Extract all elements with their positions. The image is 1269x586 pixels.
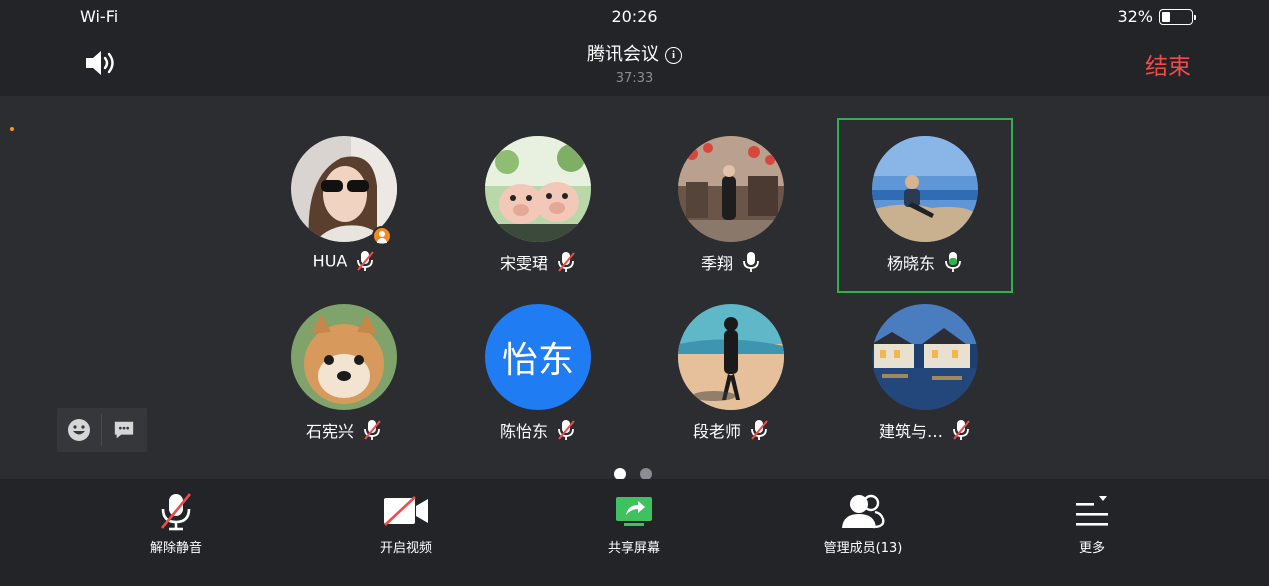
avatar	[678, 304, 784, 410]
mic-muted-icon	[558, 420, 575, 440]
members-icon	[793, 487, 933, 535]
avatar: 怡东	[485, 304, 591, 410]
start-video-label: 开启视频	[379, 541, 432, 556]
emoji-icon[interactable]	[57, 408, 101, 452]
participant-name-row: 石宪兴	[256, 418, 432, 442]
mic-muted-icon	[106, 487, 246, 535]
manage-members-button[interactable]: 管理成员(13)	[793, 487, 933, 556]
participant-name: 建筑与…	[878, 422, 943, 441]
participant-name: 石宪兴	[305, 422, 354, 441]
participant-grid: HUA 宋雯珺 季翔 杨晓东 石宪兴 怡东 陈怡东 段老师 建筑与…	[0, 96, 1269, 480]
participant-name: 宋雯珺	[499, 254, 548, 273]
host-badge-icon	[372, 226, 392, 246]
battery-percent: 32%	[1117, 7, 1153, 26]
participant-tile[interactable]: HUA	[256, 118, 432, 293]
participant-name-row: 季翔	[643, 250, 819, 274]
participant-tile[interactable]: 季翔	[643, 118, 819, 293]
participant-name-row: 建筑与…	[837, 418, 1013, 442]
chat-icon[interactable]	[102, 408, 146, 452]
participant-name-row: 宋雯珺	[450, 250, 626, 274]
meeting-title-text: 腾讯会议	[587, 44, 659, 65]
meeting-title[interactable]: 腾讯会议 i	[0, 40, 1269, 66]
chat-tools	[57, 408, 147, 452]
battery-icon	[1159, 8, 1196, 25]
info-icon[interactable]: i	[665, 47, 682, 64]
participant-tile-active-speaker[interactable]: 杨晓东	[837, 118, 1013, 293]
participant-name: 段老师	[692, 422, 741, 441]
participant-tile[interactable]: 石宪兴	[256, 286, 432, 461]
participant-name-row: 段老师	[643, 418, 819, 442]
avatar	[485, 136, 591, 242]
avatar	[291, 304, 397, 410]
manage-members-label: 管理成员(13)	[823, 541, 903, 556]
more-menu-icon	[1022, 487, 1162, 535]
mic-muted-icon	[357, 251, 375, 271]
clock: 20:26	[611, 7, 658, 26]
participant-name-row: HUA	[256, 250, 432, 272]
avatar	[872, 136, 978, 242]
mic-muted-icon	[751, 420, 768, 440]
mic-muted-icon	[558, 252, 575, 272]
unmute-button[interactable]: 解除静音	[106, 487, 246, 556]
share-screen-icon	[564, 487, 704, 535]
participant-tile[interactable]: 怡东 陈怡东	[450, 286, 626, 461]
text-avatar: 怡东	[485, 304, 591, 410]
participant-tile[interactable]: 宋雯珺	[450, 118, 626, 293]
participant-name: 季翔	[700, 254, 733, 273]
participant-name: 杨晓东	[886, 254, 935, 273]
participant-tile[interactable]: 段老师	[643, 286, 819, 461]
participant-tile[interactable]: 建筑与…	[837, 286, 1013, 461]
end-meeting-button[interactable]: 结束	[1145, 47, 1191, 81]
mic-muted-icon	[953, 420, 970, 440]
unmute-label: 解除静音	[149, 541, 202, 556]
recording-dot	[10, 127, 14, 131]
video-off-icon	[336, 487, 476, 535]
more-label: 更多	[1078, 541, 1105, 556]
meeting-header: Wi-Fi 20:26 32% 腾讯会议 i 37:33 结束	[0, 0, 1269, 96]
mic-muted-icon	[364, 420, 381, 440]
avatar	[872, 304, 978, 410]
mic-on-icon	[743, 252, 759, 272]
start-video-button[interactable]: 开启视频	[336, 487, 476, 556]
meeting-duration: 37:33	[615, 71, 654, 86]
participant-name: HUA	[312, 251, 348, 271]
meeting-toolbar: 解除静音 开启视频 共享屏幕 管理成员(13) 更多	[0, 479, 1269, 586]
share-screen-button[interactable]: 共享屏幕	[564, 487, 704, 556]
avatar	[678, 136, 784, 242]
battery-status: 32%	[1117, 7, 1196, 26]
share-screen-label: 共享屏幕	[607, 541, 660, 556]
participant-name-row: 杨晓东	[839, 250, 1011, 274]
participant-name-row: 陈怡东	[450, 418, 626, 442]
more-button[interactable]: 更多	[1022, 487, 1162, 556]
mic-speaking-icon	[945, 252, 961, 272]
participant-name: 陈怡东	[499, 422, 548, 441]
